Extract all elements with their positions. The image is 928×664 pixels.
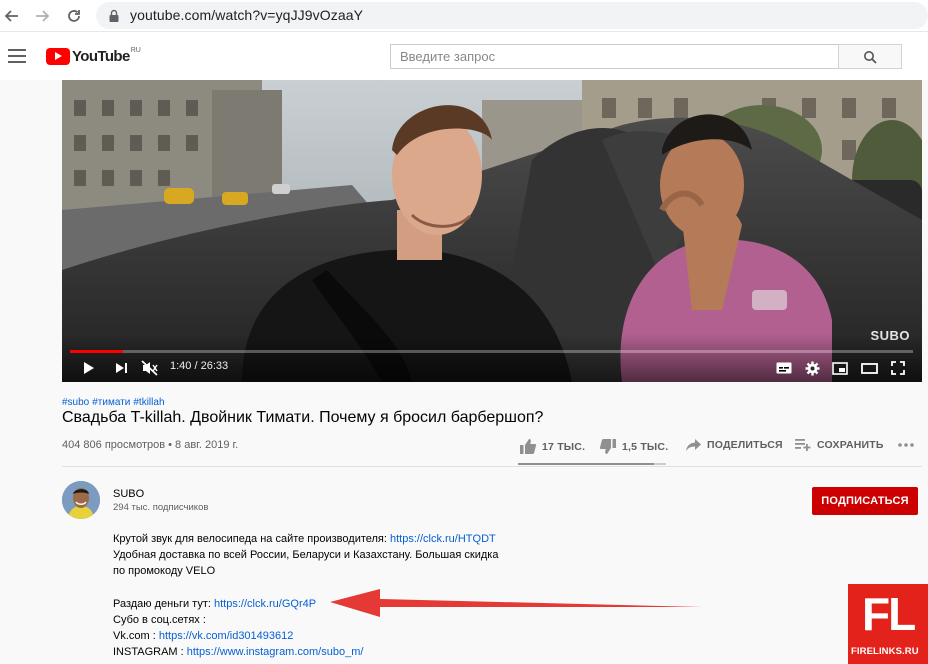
youtube-logo[interactable]: YouTube RU (46, 46, 141, 66)
fullscreen-button[interactable] (888, 359, 908, 377)
menu-icon[interactable] (8, 49, 26, 63)
share-icon (686, 439, 701, 451)
theater-mode-button[interactable] (858, 359, 880, 377)
thumbs-down-icon (600, 439, 616, 454)
description-link[interactable]: https://clck.ru/HTQDT (390, 533, 496, 545)
settings-button[interactable] (802, 359, 822, 377)
url-text: youtube.com/watch?v=yqJJ9vOzaaY (130, 7, 364, 23)
reload-icon (68, 10, 80, 22)
subscriber-count: 294 тыс. подписчиков (113, 502, 209, 513)
share-button[interactable]: ПОДЕЛИТЬСЯ (686, 439, 783, 451)
hashtag-link[interactable]: #тимати (92, 397, 130, 408)
description-line: Крутой звук для велосипеда на сайте прои… (113, 533, 496, 545)
thumbs-up-icon (520, 439, 536, 454)
subtitles-icon (776, 362, 792, 374)
description-text: Крутой звук для велосипеда на сайте прои… (113, 533, 390, 545)
like-count: 17 ТЫС. (542, 440, 586, 453)
view-info: 404 806 просмотров • 8 авг. 2019 г. (62, 439, 239, 451)
description-line: Vk.com : https://vk.com/id301493612 (113, 630, 293, 642)
page: youtube.com/watch?v=yqJJ9vOzaaY YouTube … (0, 0, 928, 664)
progress-bar[interactable] (70, 350, 913, 353)
description-text: Раздаю деньги тут: (113, 598, 214, 610)
lock-icon (109, 9, 119, 22)
next-icon (115, 363, 127, 373)
firelinks-logo: FL FIRELINKS.RU (848, 584, 928, 664)
view-count: 404 806 просмотров (62, 439, 166, 451)
miniplayer-button[interactable] (830, 359, 850, 377)
description-text: Vk.com : (113, 630, 159, 642)
play-button[interactable] (80, 359, 98, 377)
description-link[interactable]: https://www.instagram.com/subo_m/ (187, 646, 364, 658)
hashtags: #subo #тимати #tkillah (62, 397, 168, 408)
channel-name[interactable]: SUBO (113, 488, 144, 500)
dislike-button[interactable]: 1,5 ТЫС. (600, 439, 668, 454)
mute-button[interactable] (140, 359, 160, 377)
description-line: Раздаю деньги тут: https://clck.ru/GQr4P (113, 598, 316, 610)
more-actions-button[interactable] (898, 443, 920, 447)
more-icon (898, 443, 914, 447)
reload-button[interactable] (64, 6, 84, 26)
divider (62, 466, 922, 467)
address-bar[interactable]: youtube.com/watch?v=yqJJ9vOzaaY (96, 2, 928, 29)
forward-button[interactable] (32, 6, 52, 26)
logo-wordmark: YouTube (72, 47, 130, 65)
video-player[interactable]: SUBO 1:40 / 26:33 (62, 80, 922, 382)
description-line: Удобная доставка по всей России, Беларус… (113, 549, 499, 561)
add-to-playlist-icon (795, 439, 811, 451)
dislike-count: 1,5 ТЫС. (622, 440, 669, 453)
video-title: Свадьба T-killah. Двойник Тимати. Почему… (62, 409, 544, 426)
like-button[interactable]: 17 ТЫС. (520, 439, 585, 454)
like-ratio-fill (518, 463, 655, 465)
fl-logo-text: FIRELINKS.RU (851, 646, 919, 657)
hashtag-link[interactable]: #subo (62, 397, 89, 408)
fullscreen-icon (891, 361, 905, 375)
description-line: INSTAGRAM : https://www.instagram.com/su… (113, 646, 363, 658)
back-arrow-icon (4, 10, 18, 22)
fl-logo-letters: FL (862, 588, 916, 640)
gear-icon (805, 361, 819, 375)
search-icon (864, 50, 877, 64)
volume-muted-icon (141, 360, 158, 376)
time-display: 1:40 / 26:33 (170, 360, 229, 372)
miniplayer-icon (832, 361, 848, 375)
next-button[interactable] (112, 359, 130, 377)
description-text: INSTAGRAM : (113, 646, 187, 658)
search-input[interactable]: Введите запрос (390, 44, 838, 69)
publish-date: 8 авг. 2019 г. (175, 439, 239, 451)
back-button[interactable] (2, 6, 22, 26)
theater-icon (860, 362, 878, 374)
search-button[interactable] (838, 44, 902, 69)
progress-played (70, 350, 124, 353)
avatar-image (62, 481, 100, 519)
share-label: ПОДЕЛИТЬСЯ (707, 439, 783, 451)
hashtag-link[interactable]: #tkillah (133, 397, 164, 408)
forward-arrow-icon (36, 10, 50, 22)
description-link[interactable]: https://clck.ru/GQr4P (214, 598, 316, 610)
save-button[interactable]: СОХРАНИТЬ (795, 439, 884, 451)
subscribe-button[interactable]: ПОДПИСАТЬСЯ (812, 487, 918, 515)
like-dislike-ratio-bar (518, 463, 666, 465)
browser-toolbar: youtube.com/watch?v=yqJJ9vOzaaY (0, 0, 928, 32)
annotation-arrow-icon (330, 589, 702, 617)
play-icon (84, 362, 94, 374)
channel-avatar[interactable] (62, 481, 100, 519)
save-label: СОХРАНИТЬ (817, 439, 884, 451)
region-label: RU (130, 46, 141, 54)
subtitles-button[interactable] (774, 359, 794, 377)
description-link[interactable]: https://vk.com/id301493612 (159, 630, 294, 642)
description-line: Субо в соц.сетях : (113, 614, 206, 626)
youtube-play-icon (46, 47, 70, 65)
description-line: по промокоду VELO (113, 565, 216, 577)
